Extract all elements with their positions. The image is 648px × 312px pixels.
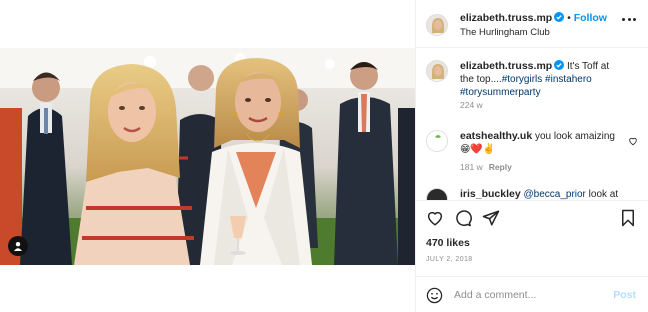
comment-text: eatshealthy.uk you look amaizing 😁❤️✌️: [460, 130, 624, 156]
like-comment-heart-icon[interactable]: [628, 136, 638, 146]
commenter-username[interactable]: iris_buckley: [460, 188, 521, 200]
post-date[interactable]: JULY 2, 2018: [426, 256, 473, 263]
commenter-avatar[interactable]: [426, 188, 448, 200]
post-header: elizabeth.truss.mp • Follow The Hurlingham…: [416, 0, 648, 48]
post-actions: 470 likes JULY 2, 2018 Post: [416, 200, 648, 312]
commenter-avatar[interactable]: [426, 130, 448, 152]
post-comment-button[interactable]: Post: [613, 289, 636, 301]
emoji-icon[interactable]: [426, 287, 443, 304]
header-separator: •: [567, 13, 571, 24]
user-icon: [14, 242, 22, 251]
author-avatar[interactable]: [426, 14, 448, 36]
verified-badge-icon: [554, 60, 565, 70]
more-options-icon[interactable]: [622, 18, 636, 22]
comment-age: 181 w: [460, 162, 483, 172]
caption-username[interactable]: elizabeth.truss.mp: [460, 60, 552, 72]
comment-mention[interactable]: @becca_prior: [523, 189, 585, 200]
tagged-people-button[interactable]: [8, 236, 28, 256]
add-comment-input[interactable]: [454, 286, 604, 304]
profile-photo-icon: [427, 61, 447, 81]
add-comment-row: Post: [416, 276, 648, 312]
profile-photo-icon: [427, 15, 447, 35]
post-location[interactable]: The Hurlingham Club: [460, 27, 550, 38]
comment-icon[interactable]: [454, 209, 472, 227]
commenter-username[interactable]: eatshealthy.uk: [460, 130, 532, 142]
header-line: elizabeth.truss.mp • Follow: [460, 12, 607, 24]
comment-body: look at: [588, 189, 619, 200]
post-photo[interactable]: [0, 48, 415, 265]
comment-meta: 181 w Reply: [460, 162, 512, 172]
share-icon[interactable]: [482, 209, 500, 227]
author-username[interactable]: elizabeth.truss.mp: [460, 12, 552, 24]
comment-text: iris_buckley @becca_prior look at: [460, 188, 624, 200]
post-side-panel: elizabeth.truss.mp • Follow The Hurlingham…: [416, 0, 648, 312]
likes-count[interactable]: 470 likes: [426, 237, 470, 249]
bookmark-icon[interactable]: [620, 209, 636, 227]
post-image: [0, 48, 415, 265]
follow-button[interactable]: Follow: [574, 12, 607, 24]
caption-text: elizabeth.truss.mp It's Toff at the top.…: [460, 60, 624, 99]
verified-badge-icon: [554, 12, 565, 22]
reply-button[interactable]: Reply: [489, 162, 512, 172]
comment-body: you look amaizing: [534, 131, 615, 142]
caption-age: 224 w: [460, 100, 483, 110]
eats-healthy-logo-icon: [427, 131, 447, 151]
instagram-post-view: elizabeth.truss.mp • Follow The Hurlingham…: [0, 0, 648, 312]
caption-avatar[interactable]: [426, 60, 448, 82]
heart-icon[interactable]: [426, 209, 444, 227]
comments-list[interactable]: elizabeth.truss.mp It's Toff at the top.…: [416, 48, 648, 200]
comment-emojis: 😁❤️✌️: [460, 144, 496, 155]
